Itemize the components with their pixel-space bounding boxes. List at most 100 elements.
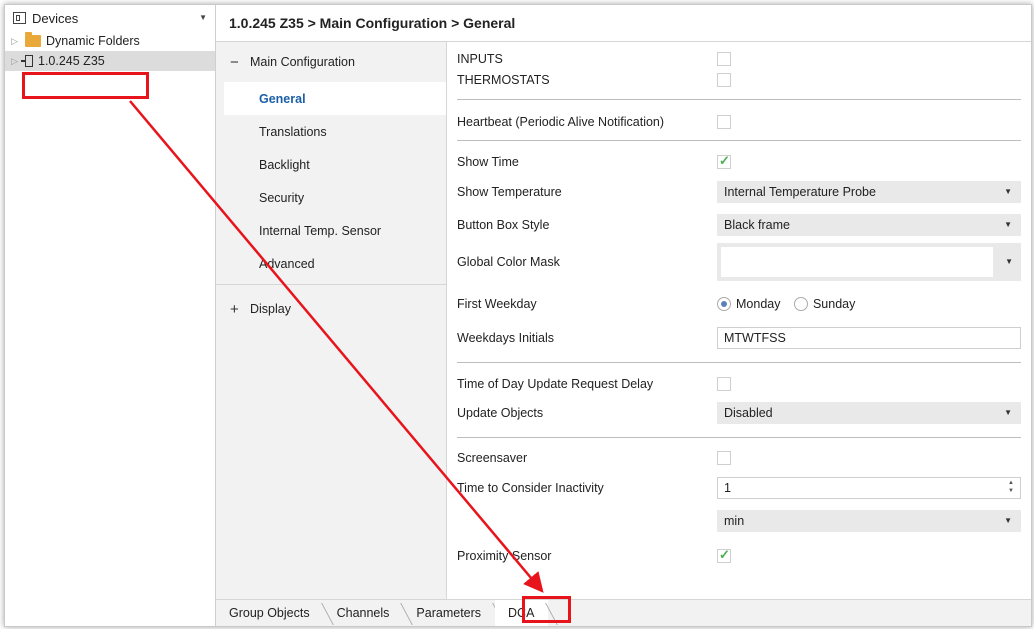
main-area: 1.0.245 Z35 > Main Configuration > Gener… [216,5,1031,626]
param-label: Update Objects [457,406,544,420]
tree-item-device[interactable]: ▷ 1.0.245 Z35 [5,51,215,71]
param-label: Button Box Style [457,218,550,232]
param-label: First Weekday [457,297,537,311]
annotation-box-device [22,72,149,99]
nav-group-label: Display [250,302,291,316]
monday-radio[interactable] [717,297,731,312]
select-value: Black frame [724,218,790,232]
param-label: Time to Consider Inactivity [457,481,604,495]
param-tod-update-delay: Time of Day Update Request Delay [457,372,1021,396]
show-time-checkbox[interactable] [717,153,731,169]
radio-label: Monday [736,297,781,312]
global-color-mask-select[interactable]: ▼ [717,243,1021,281]
radio-label: Sunday [812,297,856,312]
param-first-weekday: First Weekday Monday Sunday [457,292,1021,316]
param-global-color-mask: Global Color Mask ▼ [457,243,1021,281]
device-icon [21,55,33,67]
nav-item-backlight[interactable]: Backlight [216,148,446,181]
dropdown-arrow-icon: ▼ [1005,257,1013,266]
param-inputs: INPUTS [457,48,1021,70]
param-thermostats: THERMOSTATS [457,69,1021,91]
devices-icon [13,12,26,24]
parameters-pane: INPUTS THERMOSTATS Heartbeat (Periodic A… [447,42,1031,600]
nav-divider [216,284,446,285]
param-inactivity-unit: min ▼ [457,509,1021,533]
param-label: Weekdays Initials [457,331,555,345]
nav-group-display[interactable]: + Display [216,289,446,329]
spin-arrows-icon[interactable]: ▲ ▼ [1008,479,1014,495]
dropdown-arrow-icon: ▼ [1004,516,1012,525]
select-value: Internal Temperature Probe [724,185,876,199]
nav-item-security[interactable]: Security [216,181,446,214]
param-update-objects: Update Objects Disabled ▼ [457,401,1021,425]
tab-parameters[interactable]: Parameters [403,600,495,626]
param-label: Time of Day Update Request Delay [457,377,654,391]
nav-group-label: Main Configuration [250,55,355,69]
input-value: 1 [724,481,731,495]
expand-icon[interactable]: + [230,301,250,318]
dropdown-arrow-icon: ▼ [1004,187,1012,196]
select-value: Disabled [724,406,773,420]
param-proximity-sensor: Proximity Sensor [457,544,1021,568]
show-temperature-select[interactable]: Internal Temperature Probe ▼ [717,181,1021,203]
param-show-time: Show Time [457,150,1021,174]
bottom-tabs: Group Objects Channels Parameters DCA [216,599,1031,626]
nav-item-general[interactable]: General [224,82,446,115]
chevron-down-icon[interactable]: ▼ [199,13,207,22]
tree-item-label: 1.0.245 Z35 [38,54,105,68]
breadcrumb: 1.0.245 Z35 > Main Configuration > Gener… [216,5,1031,42]
param-label: Show Temperature [457,185,562,199]
tab-channels[interactable]: Channels [324,600,404,626]
param-label: THERMOSTATS [457,73,550,87]
app-window: Devices ▼ ▷ Dynamic Folders ▷ 1.0.245 Z3… [4,4,1032,627]
nav-group-main-configuration[interactable]: − Main Configuration [216,42,446,82]
button-box-style-select[interactable]: Black frame ▼ [717,214,1021,236]
expand-arrow-icon[interactable]: ▷ [11,36,21,47]
param-screensaver: Screensaver [457,446,1021,470]
param-label: Proximity Sensor [457,549,552,563]
param-label: INPUTS [457,52,503,66]
sunday-radio[interactable] [793,297,808,312]
tree-item-dynamic-folders[interactable]: ▷ Dynamic Folders [5,31,215,51]
parameter-nav: − Main Configuration General Translation… [216,42,447,600]
dropdown-arrow-icon: ▼ [1004,408,1012,417]
weekdays-initials-input[interactable]: MTWTFSS [717,327,1021,349]
expand-arrow-icon[interactable]: ▷ [11,56,21,67]
select-value: min [724,514,745,528]
inactivity-unit-select[interactable]: min ▼ [717,510,1021,532]
nav-item-internal-temp-sensor[interactable]: Internal Temp. Sensor [216,214,446,247]
color-mask-field [721,247,993,277]
param-label: Screensaver [457,451,528,465]
param-button-box-style: Button Box Style Black frame ▼ [457,213,1021,237]
tod-update-delay-checkbox[interactable] [717,377,731,391]
collapse-icon[interactable]: − [230,54,250,71]
update-objects-select[interactable]: Disabled ▼ [717,402,1021,424]
param-inactivity-time: Time to Consider Inactivity 1 ▲ ▼ [457,476,1021,500]
separator [457,362,1021,363]
screensaver-checkbox[interactable] [717,451,731,465]
param-label: Global Color Mask [457,255,560,269]
tree-item-label: Dynamic Folders [46,34,140,48]
heartbeat-checkbox[interactable] [717,115,731,129]
param-heartbeat: Heartbeat (Periodic Alive Notification) [457,110,1021,134]
param-label: Show Time [457,155,519,169]
nav-item-advanced[interactable]: Advanced [216,247,446,280]
devices-header[interactable]: Devices ▼ [5,5,215,31]
param-label: Heartbeat (Periodic Alive Notification) [457,115,665,129]
nav-item-translations[interactable]: Translations [216,115,446,148]
devices-title: Devices [32,10,79,26]
proximity-sensor-checkbox[interactable] [717,547,731,563]
folder-icon [25,32,41,47]
inactivity-time-input[interactable]: 1 ▲ ▼ [717,477,1021,499]
dropdown-arrow-icon: ▼ [1004,220,1012,229]
separator [457,140,1021,141]
param-weekdays-initials: Weekdays Initials MTWTFSS [457,326,1021,350]
inputs-checkbox[interactable] [717,52,731,66]
thermostats-checkbox[interactable] [717,73,731,87]
separator [457,99,1021,100]
separator [457,437,1021,438]
annotation-box-dca [522,596,571,623]
tab-group-objects[interactable]: Group Objects [216,600,324,626]
param-show-temperature: Show Temperature Internal Temperature Pr… [457,180,1021,204]
devices-panel: Devices ▼ ▷ Dynamic Folders ▷ 1.0.245 Z3… [5,5,216,626]
